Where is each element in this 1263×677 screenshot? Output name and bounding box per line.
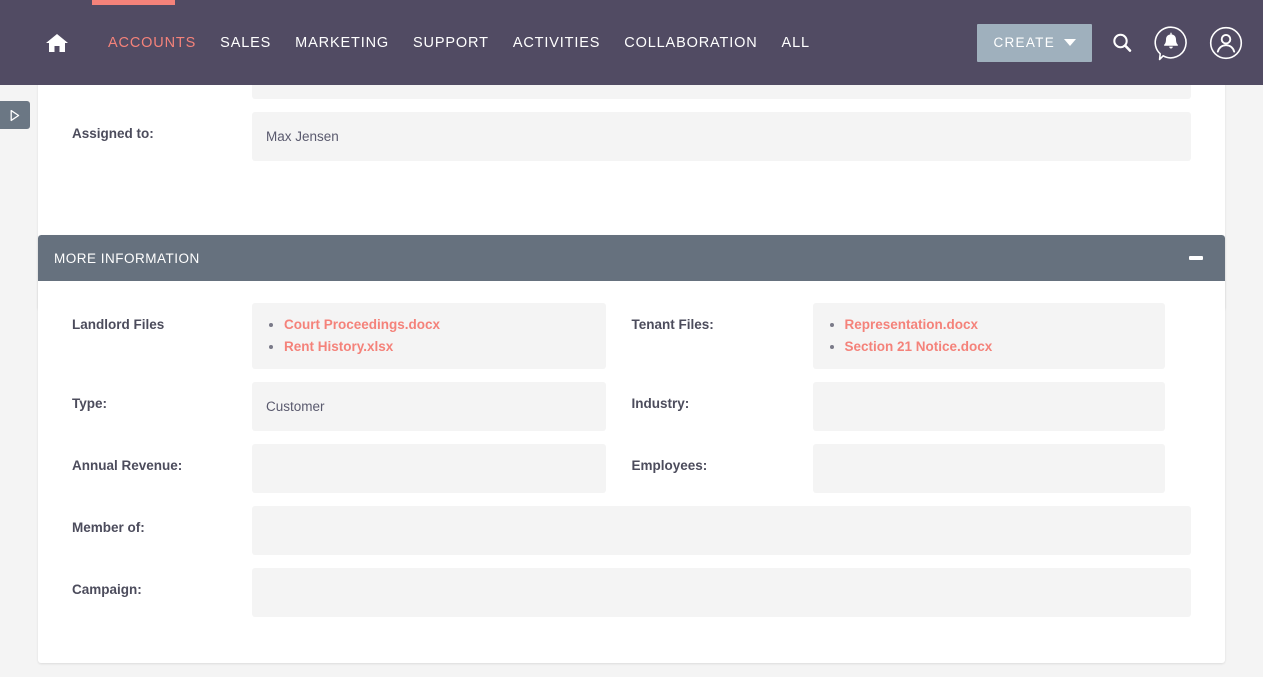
landlord-files-label: Landlord Files [72,317,165,332]
list-item: Section 21 Notice.docx [845,336,1152,357]
home-icon[interactable] [44,30,70,56]
field-row-campaign: Campaign: [72,568,1191,617]
field-row-member-of: Member of: [72,506,1191,555]
user-profile-icon[interactable] [1207,24,1245,62]
industry-value[interactable] [812,382,1165,431]
more-information-card: MORE INFORMATION Landlord Files Court Pr… [38,235,1225,663]
list-item: Rent History.xlsx [284,336,592,357]
tenant-file-list: Representation.docx Section 21 Notice.do… [827,314,1152,357]
annual-revenue-value[interactable] [252,444,606,493]
nav-right-actions: CREATE [977,0,1245,85]
landlord-file-link-1[interactable]: Court Proceedings.docx [284,317,440,332]
field-row-type-industry: Type: Customer Industry: [72,382,1191,431]
assigned-to-label: Assigned to: [72,126,154,141]
campaign-label: Campaign: [72,582,142,597]
industry-label: Industry: [631,396,690,411]
nav-link-collaboration[interactable]: COLLABORATION [612,29,769,57]
caret-down-icon [1064,39,1076,46]
member-of-value[interactable] [252,506,1191,555]
notification-bell-icon[interactable] [1152,24,1190,62]
landlord-file-link-2[interactable]: Rent History.xlsx [284,339,393,354]
type-label: Type: [72,396,108,411]
landlord-files-value: Court Proceedings.docx Rent History.xlsx [252,303,606,369]
more-information-title: MORE INFORMATION [54,250,200,266]
list-item: Representation.docx [845,314,1152,335]
more-information-header: MORE INFORMATION [38,235,1225,281]
nav-link-accounts[interactable]: ACCOUNTS [96,29,208,57]
create-button[interactable]: CREATE [977,23,1092,62]
page-content: Description: Assigned to: Max Jensen MOR… [0,85,1263,677]
nav-links: ACCOUNTS SALES MARKETING SUPPORT ACTIVIT… [96,29,822,57]
create-button-label: CREATE [993,35,1055,50]
top-navigation-bar: ACCOUNTS SALES MARKETING SUPPORT ACTIVIT… [0,0,1263,85]
search-icon[interactable] [1109,30,1135,56]
play-triangle-right-icon [10,109,20,121]
sidebar-expand-toggle[interactable] [0,101,30,129]
description-value[interactable] [252,85,1191,99]
field-row-description: Description: [72,85,1191,99]
campaign-value[interactable] [252,568,1191,617]
type-value[interactable]: Customer [252,382,606,431]
nav-link-sales[interactable]: SALES [208,29,283,57]
landlord-file-list: Court Proceedings.docx Rent History.xlsx [266,314,592,357]
tenant-file-link-1[interactable]: Representation.docx [845,317,979,332]
field-row-revenue-employees: Annual Revenue: Employees: [72,444,1191,493]
annual-revenue-label: Annual Revenue: [72,458,183,473]
employees-value[interactable] [812,444,1165,493]
employees-label: Employees: [631,458,708,473]
nav-link-support[interactable]: SUPPORT [401,29,501,57]
nav-link-all[interactable]: ALL [770,29,822,57]
assigned-to-value[interactable]: Max Jensen [252,112,1191,161]
member-of-label: Member of: [72,520,145,535]
field-row-files: Landlord Files Court Proceedings.docx Re… [72,303,1191,369]
minus-icon[interactable] [1189,256,1203,260]
tenant-file-link-2[interactable]: Section 21 Notice.docx [845,339,993,354]
field-row-assigned-to: Assigned to: Max Jensen [72,112,1191,161]
tenant-files-label: Tenant Files: [631,317,714,332]
nav-link-marketing[interactable]: MARKETING [283,29,401,57]
list-item: Court Proceedings.docx [284,314,592,335]
tenant-files-value: Representation.docx Section 21 Notice.do… [812,303,1165,369]
nav-link-activities[interactable]: ACTIVITIES [501,29,612,57]
